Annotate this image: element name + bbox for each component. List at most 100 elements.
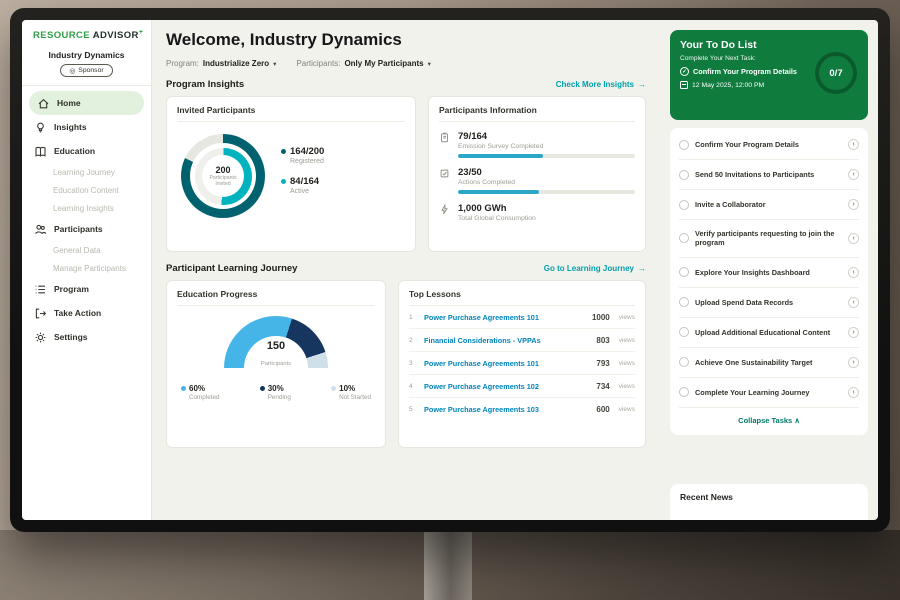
calendar-icon: [680, 81, 688, 89]
sidebar-item-education-content[interactable]: Education Content: [22, 181, 151, 199]
sidebar-item-program[interactable]: Program: [22, 277, 151, 301]
sidebar-item-take-action[interactable]: Take Action: [22, 301, 151, 325]
sidebar-item-label: Education: [54, 146, 95, 156]
legend-label: Completed: [189, 394, 219, 401]
due-date-text: 12 May 2025, 12:00 PM: [692, 82, 764, 89]
todo-progress-ring: 0/7: [815, 52, 857, 94]
task-checkbox[interactable]: [679, 200, 689, 210]
chevron-right-icon[interactable]: ›: [848, 199, 859, 210]
go-to-learning-journey-link[interactable]: Go to Learning Journey →: [544, 264, 646, 273]
todo-task-row[interactable]: Complete Your Learning Journey ›: [679, 378, 859, 408]
legend-dot: [181, 386, 186, 391]
sidebar-item-label: Settings: [54, 332, 88, 342]
chevron-right-icon[interactable]: ›: [848, 267, 859, 278]
task-label: Complete Your Learning Journey: [695, 388, 842, 397]
participants-filter-dropdown[interactable]: Participants: Only My Participants ▾: [296, 59, 430, 68]
task-checkbox[interactable]: [679, 297, 689, 307]
legend-label: Registered: [290, 158, 324, 165]
chevron-right-icon[interactable]: ›: [848, 233, 859, 244]
todo-column: Your To Do List Complete Your Next Task:…: [660, 20, 878, 520]
chevron-right-icon[interactable]: ›: [848, 327, 859, 338]
app-logo: RESOURCE ADVISOR+: [22, 29, 151, 41]
survey-clipboard-icon: [439, 132, 450, 143]
gauge-center: 150 Participants: [224, 341, 328, 368]
todo-task-row[interactable]: Upload Spend Data Records ›: [679, 288, 859, 318]
task-label: Upload Additional Educational Content: [695, 328, 842, 337]
todo-task-row[interactable]: Invite a Collaborator ›: [679, 190, 859, 220]
org-name: Industry Dynamics: [22, 50, 151, 60]
logo-text-resource: RESOURCE: [33, 30, 90, 41]
sidebar-item-label: Program: [54, 284, 89, 294]
legend-item-registered: 164/200 Registered: [281, 146, 324, 165]
todo-task-row[interactable]: Verify participants requesting to join t…: [679, 220, 859, 258]
education-icon: [34, 145, 47, 158]
chevron-right-icon[interactable]: ›: [848, 357, 859, 368]
collapse-tasks-button[interactable]: Collapse Tasks ∧: [679, 408, 859, 431]
lesson-row: 3 Power Purchase Agreements 101 793 view…: [409, 352, 635, 375]
chevron-down-icon: ▾: [273, 60, 276, 68]
legend-item-not-started: 10% Not Started: [331, 384, 371, 401]
lesson-link[interactable]: Power Purchase Agreements 101: [424, 313, 585, 322]
todo-task-row[interactable]: Confirm Your Program Details ›: [679, 130, 859, 160]
sidebar-divider: [22, 85, 151, 86]
lesson-views-label: views: [619, 383, 635, 390]
sidebar-item-insights[interactable]: Insights: [22, 115, 151, 139]
next-task-chip[interactable]: ✓ Confirm Your Program Details: [680, 67, 820, 76]
task-checkbox[interactable]: [679, 357, 689, 367]
insights-icon: [34, 121, 47, 134]
task-checkbox[interactable]: [679, 267, 689, 277]
metric-actions-completed: 23/50 Actions Completed: [439, 167, 635, 194]
program-filter-dropdown[interactable]: Program: Industrialize Zero ▾: [166, 59, 276, 68]
sidebar-item-participants[interactable]: Participants: [22, 217, 151, 241]
task-checkbox[interactable]: [679, 233, 689, 243]
sidebar-item-settings[interactable]: Settings: [22, 325, 151, 349]
check-more-insights-link[interactable]: Check More Insights →: [556, 80, 646, 89]
task-checkbox[interactable]: [679, 387, 689, 397]
sponsor-badge[interactable]: ◎ Sponsor: [60, 64, 112, 77]
chevron-right-icon[interactable]: ›: [848, 387, 859, 398]
task-checkbox[interactable]: [679, 140, 689, 150]
chevron-right-icon[interactable]: ›: [848, 169, 859, 180]
lesson-link[interactable]: Power Purchase Agreements 102: [424, 382, 589, 391]
top-lessons-card: Top Lessons 1 Power Purchase Agreements …: [398, 280, 646, 448]
metric-label: Emission Survey Completed: [458, 143, 635, 150]
lesson-row: 5 Power Purchase Agreements 103 600 view…: [409, 398, 635, 420]
arrow-right-icon: →: [638, 80, 646, 89]
lesson-rank: 2: [409, 337, 417, 344]
todo-task-row[interactable]: Explore Your Insights Dashboard ›: [679, 258, 859, 288]
card-title: Top Lessons: [409, 289, 635, 306]
collapse-up-icon: ∧: [794, 416, 800, 425]
recent-news-title: Recent News: [680, 492, 733, 502]
gauge-legend: 60% Completed 30% Pending: [177, 384, 375, 401]
sidebar-item-manage-participants[interactable]: Manage Participants: [22, 259, 151, 277]
sidebar-item-learning-journey[interactable]: Learning Journey: [22, 163, 151, 181]
todo-task-row[interactable]: Upload Additional Educational Content ›: [679, 318, 859, 348]
logo-plus: +: [139, 29, 144, 36]
sidebar-item-learning-insights[interactable]: Learning Insights: [22, 199, 151, 217]
section-title: Participant Learning Journey: [166, 263, 297, 274]
lesson-rank: 3: [409, 360, 417, 367]
chevron-right-icon[interactable]: ›: [848, 139, 859, 150]
recent-news-card[interactable]: Recent News: [670, 484, 868, 520]
todo-task-row[interactable]: Achieve One Sustainability Target ›: [679, 348, 859, 378]
progress-fill: [458, 154, 543, 158]
todo-task-row[interactable]: Send 50 Invitations to Participants ›: [679, 160, 859, 190]
participants-icon: [34, 223, 47, 236]
task-checkbox[interactable]: [679, 170, 689, 180]
lesson-link[interactable]: Financial Considerations - VPPAs: [424, 336, 589, 345]
link-label: Check More Insights: [556, 80, 634, 89]
gauge-center-value: 150: [224, 341, 328, 352]
lesson-link[interactable]: Power Purchase Agreements 101: [424, 359, 589, 368]
sidebar-item-label: Education Content: [53, 186, 119, 195]
task-checkbox[interactable]: [679, 327, 689, 337]
task-label: Upload Spend Data Records: [695, 298, 842, 307]
lesson-link[interactable]: Power Purchase Agreements 103: [424, 405, 589, 414]
chevron-right-icon[interactable]: ›: [848, 297, 859, 308]
sidebar-item-general-data[interactable]: General Data: [22, 241, 151, 259]
sidebar-item-home[interactable]: Home: [29, 91, 144, 115]
lesson-views: 734: [596, 382, 609, 391]
participants-filter-value: Only My Participants: [344, 59, 423, 68]
sidebar-item-education[interactable]: Education: [22, 139, 151, 163]
card-title: Invited Participants: [177, 105, 405, 122]
task-label: Confirm Your Program Details: [695, 140, 842, 149]
